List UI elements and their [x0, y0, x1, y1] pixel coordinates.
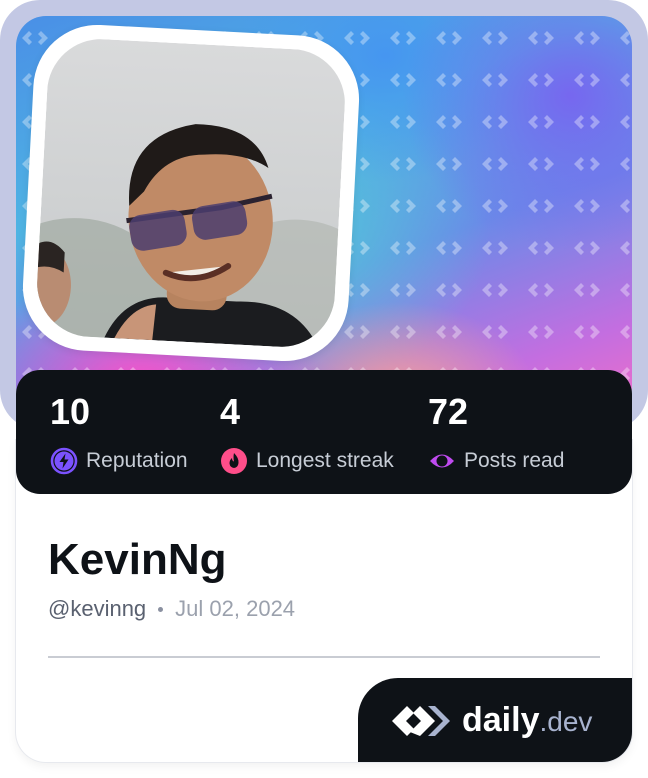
stat-label: Longest streak: [256, 449, 394, 472]
devcard: 10 Reputation 4 Longest streak 72 Posts …: [0, 0, 648, 778]
flame-icon: [221, 448, 247, 474]
brand-suffix: .dev: [539, 706, 593, 737]
stat-value: 4: [220, 391, 241, 432]
profile-handle: @kevinng: [48, 596, 147, 621]
stat-posts-read: 72 Posts read: [428, 390, 564, 476]
divider: [48, 656, 600, 658]
stat-value: 72: [428, 391, 469, 432]
brand-badge: daily.dev: [358, 678, 632, 762]
avatar-frame: [19, 21, 363, 365]
profile-name: KevinNg: [48, 535, 227, 584]
stat-reputation: 10 Reputation: [50, 390, 188, 476]
eye-icon: [430, 454, 454, 468]
brand-name: daily: [462, 701, 540, 739]
stat-value: 10: [50, 391, 91, 432]
separator-dot: [158, 606, 164, 612]
profile-meta: @kevinng Jul 02, 2024: [48, 594, 295, 624]
lightning-icon: [50, 447, 78, 475]
stats-bar: 10 Reputation 4 Longest streak 72 Posts …: [16, 370, 632, 494]
stat-label: Reputation: [86, 449, 188, 472]
stat-label: Posts read: [464, 449, 565, 472]
daily-dev-logo-icon: [392, 706, 450, 736]
stat-longest-streak: 4 Longest streak: [220, 390, 394, 476]
avatar: [34, 36, 348, 350]
profile-joined-date: Jul 02, 2024: [175, 596, 296, 621]
brand-wordmark: daily.dev: [462, 700, 592, 742]
